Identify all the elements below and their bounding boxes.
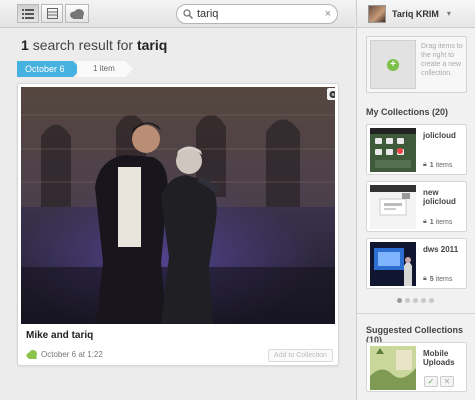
pager-dot[interactable]: [397, 298, 402, 303]
jolicloud-icon: [26, 350, 37, 359]
results-heading: 1 search result for tariq: [21, 37, 167, 53]
user-name: Tariq KRIM: [392, 8, 439, 19]
photo-title: Mike and tariq: [26, 330, 94, 341]
photo-image[interactable]: [21, 87, 335, 324]
add-to-collection-button[interactable]: Add to Collection: [268, 349, 333, 362]
chevron-down-icon: ▾: [446, 9, 451, 18]
main-panel: × 1 search result for tariq October 6 1 …: [0, 0, 355, 400]
collection-count-unit: items: [435, 275, 453, 283]
results-text: search result for: [32, 37, 134, 53]
cloud-view-icon: [70, 8, 84, 19]
pager-dot[interactable]: [429, 298, 434, 303]
my-collections-title: My Collections (20): [366, 107, 449, 117]
collection-name: dws 2011: [423, 245, 459, 254]
collection-thumbnail: [370, 242, 416, 286]
collection-item[interactable]: jolicloud 🔒︎ 1 items: [366, 124, 467, 175]
collection-item[interactable]: dws 2011 🔒︎ 5 items: [366, 238, 467, 289]
lock-icon: 🔒︎: [423, 218, 427, 225]
dropzone-text: Drag items to the right to create a new …: [421, 43, 463, 77]
clear-search-icon[interactable]: ×: [325, 8, 331, 20]
collection-count-unit: items: [435, 218, 453, 226]
collection-name: jolicloud: [423, 131, 456, 140]
collection-count-number: 1: [429, 161, 434, 169]
list-view-button[interactable]: [17, 4, 39, 23]
dropzone-target[interactable]: +: [370, 40, 416, 89]
user-menu[interactable]: Tariq KRIM ▾: [357, 0, 475, 28]
grid-view-icon: [46, 8, 58, 19]
checkmark-icon: ✓: [427, 377, 435, 386]
sidebar: Tariq KRIM ▾ + Drag items to the right t…: [356, 0, 475, 400]
cloud-view-button[interactable]: [65, 4, 89, 23]
grid-view-button[interactable]: [41, 4, 63, 23]
list-view-icon: [22, 8, 34, 19]
collection-count: 🔒︎ 1 items: [423, 218, 452, 226]
collection-item[interactable]: new jolicloud 🔒︎ 1 items: [366, 181, 467, 232]
item-count-tag: 1 item: [77, 61, 133, 77]
suggested-collection-item[interactable]: Mobile Uploads ✓ ✕: [366, 342, 467, 392]
date-tag[interactable]: October 6: [17, 61, 81, 77]
collection-name: new jolicloud: [423, 188, 456, 206]
accept-suggestion-button[interactable]: ✓: [424, 376, 438, 387]
photo-meta: October 6 at 1:22: [26, 350, 103, 359]
reject-suggestion-button[interactable]: ✕: [440, 376, 454, 387]
collection-count: 🔒︎ 1 items: [423, 161, 452, 169]
results-query: tariq: [136, 37, 168, 53]
collection-count-number: 1: [429, 218, 434, 226]
close-icon: ✕: [443, 377, 451, 386]
photo-card[interactable]: Mike and tariq October 6 at 1:22 Add to …: [17, 83, 339, 366]
avatar: [368, 4, 386, 23]
collection-thumbnail: [370, 346, 416, 390]
collection-count-unit: items: [435, 161, 453, 169]
pager-dot[interactable]: [421, 298, 426, 303]
collection-count: 🔒︎ 5 items: [423, 275, 452, 283]
results-count: 1: [21, 37, 29, 53]
search-field[interactable]: ×: [176, 4, 338, 24]
collection-thumbnail: [370, 185, 416, 229]
search-input[interactable]: [197, 8, 317, 20]
pager-dot[interactable]: [405, 298, 410, 303]
sidebar-divider: [357, 313, 475, 314]
collection-name: Mobile Uploads: [423, 349, 455, 367]
photo-date: October 6 at 1:22: [41, 350, 103, 359]
collection-count-number: 5: [429, 275, 434, 283]
pager-dot[interactable]: [413, 298, 418, 303]
collection-thumbnail: [370, 128, 416, 172]
toolbar: ×: [0, 0, 355, 28]
collection-pager: [397, 298, 437, 303]
lock-icon: 🔒︎: [423, 161, 427, 168]
camera-icon: [327, 88, 335, 100]
lock-icon: 🔒︎: [423, 275, 427, 282]
search-icon: [183, 9, 193, 19]
plus-icon: +: [387, 58, 399, 71]
new-collection-dropzone[interactable]: + Drag items to the right to create a ne…: [366, 36, 467, 93]
